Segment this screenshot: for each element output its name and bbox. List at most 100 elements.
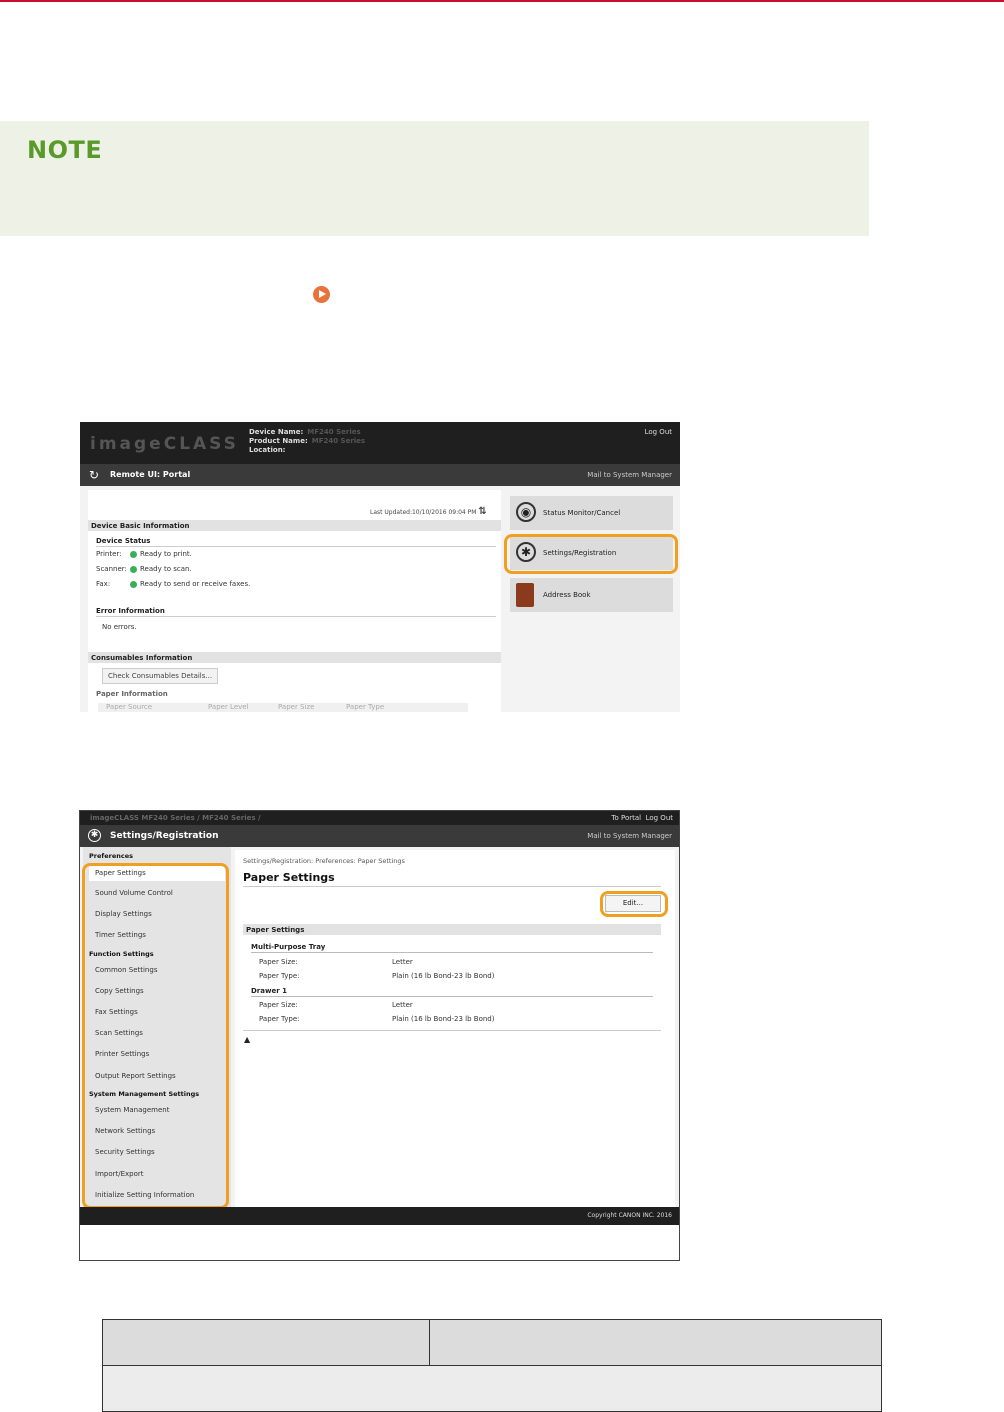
paper-col: Paper Source [106,703,153,711]
consumables-header: Consumables Information [88,652,501,663]
link-arrow-icon[interactable] [313,286,330,303]
consumables-title: Consumables Information [91,654,193,662]
table-cell [102,1319,430,1366]
refresh-icon[interactable]: ⇅ [478,506,486,517]
basic-info-title: Device Basic Information [91,522,190,530]
mail-to-manager-link[interactable]: Mail to System Manager [587,471,672,479]
logout-link[interactable]: Log Out [645,428,672,436]
divider [243,1030,661,1031]
tray-type-label: Paper Type: [259,972,300,980]
product-logo: imageCLASS [90,434,239,454]
mail-to-manager-link[interactable]: Mail to System Manager [587,832,672,840]
address-book-label: Address Book [543,591,591,599]
settings-header: imageCLASS MF240 Series / MF240 Series /… [80,811,679,825]
divider [251,996,653,997]
book-icon [516,583,534,607]
portal-main: Last Updated:10/10/2016 09:04 PM ⇅ Devic… [88,490,501,712]
note-title: NOTE [27,136,103,164]
paper-info-columns: Paper Source Paper Level Paper Size Pape… [98,703,468,712]
drawer-type-label: Paper Type: [259,1015,300,1023]
drawer-size-value: Letter [392,1001,413,1009]
page-top-rule [0,0,1004,2]
divider [96,546,496,547]
status-label: Scanner: [96,565,127,573]
paper-settings-section-title: Paper Settings [246,926,305,934]
edit-highlight [600,891,668,917]
settings-footer: Copyright CANON INC. 2016 [80,1207,679,1225]
tray-size-value: Letter [392,958,413,966]
device-name-value: MF240 Series [307,428,361,436]
status-row-scanner: Scanner: Ready to scan. [96,565,192,573]
status-label: Fax: [96,580,111,588]
tray-type-value: Plain (16 lb Bond-23 lb Bond) [392,972,495,980]
page-title: Paper Settings [243,871,335,884]
status-ok-icon [130,565,137,573]
location-label: Location: [249,446,286,454]
table-cell [429,1319,882,1366]
error-info-title: Error Information [96,607,165,615]
status-row-fax: Fax: Ready to send or receive faxes. [96,580,250,588]
settings-highlight [504,534,678,574]
nav-group-preferences: Preferences [89,852,133,860]
no-errors-text: No errors. [102,623,137,631]
breadcrumb: Settings/Registration: Preferences: Pape… [243,857,405,865]
table-cell [102,1365,882,1412]
portal-header: imageCLASS Device Name: MF240 Series Prod… [80,422,680,464]
status-row-printer: Printer: Ready to print. [96,550,192,558]
settings-title-bar: ✱ Settings/Registration Mail to System M… [80,825,679,847]
paper-col: Paper Level [208,703,249,711]
drawer-type-value: Plain (16 lb Bond-23 lb Bond) [392,1015,495,1023]
divider [96,616,496,617]
status-text: Ready to scan. [140,565,192,573]
eye-icon: ◉ [516,502,536,522]
table-row [102,1319,882,1366]
settings-main: Settings/Registration: Preferences: Pape… [235,850,675,1207]
product-name-value: MF240 Series [311,437,366,445]
check-consumables-button[interactable]: Check Consumables Details... [102,668,219,684]
divider [251,952,653,953]
divider [243,886,661,887]
tray-size-label: Paper Size: [259,958,298,966]
settings-body: Preferences Paper Settings Sound Volume … [80,847,679,1209]
status-text: Ready to send or receive faxes. [140,580,251,588]
copyright: Copyright CANON INC. 2016 [587,1212,672,1219]
paper-settings-header: Paper Settings [243,924,661,935]
back-to-top-icon[interactable]: ▲ [244,1035,250,1044]
last-updated: Last Updated:10/10/2016 09:04 PM ⇅ [370,506,487,517]
status-monitor-button[interactable]: ◉ Status Monitor/Cancel [510,496,673,530]
settings-screenshot: imageCLASS MF240 Series / MF240 Series /… [79,810,680,1261]
device-info: Device Name: MF240 Series Product Name: MF… [249,428,365,455]
portal-body: Last Updated:10/10/2016 09:04 PM ⇅ Devic… [80,486,680,712]
address-book-button[interactable]: Address Book [510,578,673,612]
info-table [102,1319,882,1412]
status-label: Printer: [96,550,122,558]
sidebar-highlight [82,863,229,1209]
status-text: Ready to print. [140,550,192,558]
portal-icon: ↻ [89,468,100,482]
drawer-title: Drawer 1 [251,987,287,995]
paper-col: Paper Size [278,703,315,711]
paper-info-title: Paper Information [96,690,168,698]
status-monitor-label: Status Monitor/Cancel [543,509,621,517]
portal-title-bar: ↻ Remote UI: Portal Mail to System Manag… [80,464,680,486]
tray-title: Multi-Purpose Tray [251,943,326,951]
to-portal-link[interactable]: To Portal [611,814,641,822]
device-crumb: imageCLASS MF240 Series / MF240 Series / [90,814,261,822]
table-row [102,1365,882,1412]
status-ok-icon [130,550,137,558]
logout-link[interactable]: Log Out [646,814,673,822]
portal-screenshot: imageCLASS Device Name: MF240 Series Prod… [80,422,680,712]
status-ok-icon [130,580,137,588]
header-links: To Portal Log Out [611,814,673,822]
drawer-size-label: Paper Size: [259,1001,298,1009]
last-updated-text: Last Updated:10/10/2016 09:04 PM [370,509,477,516]
device-name-label: Device Name: [249,428,304,436]
product-name-label: Product Name: [249,437,308,445]
portal-title: Remote UI: Portal [110,470,191,479]
basic-info-header: Device Basic Information [88,520,501,531]
paper-col: Paper Type [346,703,385,711]
settings-title: Settings/Registration [110,831,219,841]
settings-icon: ✱ [88,829,101,842]
note-box [0,121,869,236]
device-status-title: Device Status [96,537,151,545]
